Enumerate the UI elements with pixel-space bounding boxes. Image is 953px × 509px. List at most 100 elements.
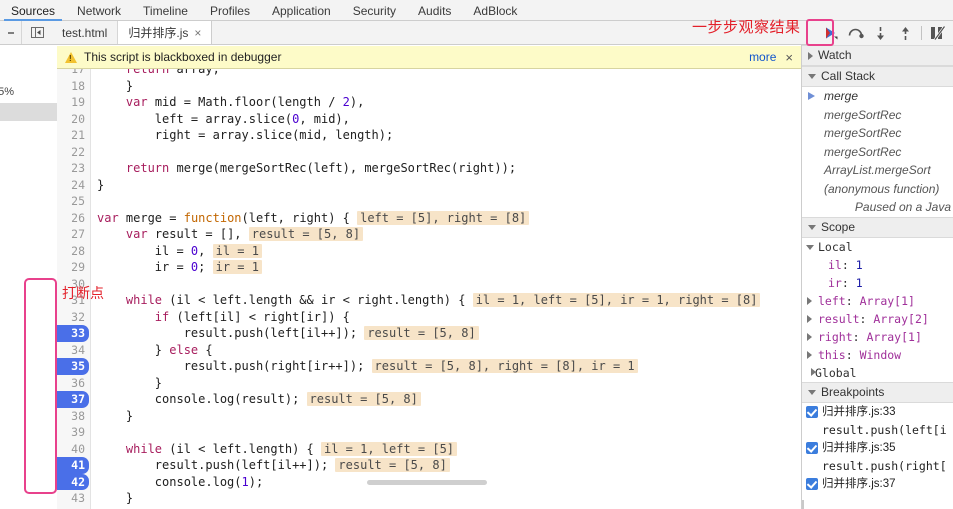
- breakpoint-item[interactable]: 归并排序.js:33: [802, 403, 953, 421]
- resume-script-execution-button[interactable]: [818, 21, 843, 45]
- code-line[interactable]: 26 var merge = function(left, right) { le…: [57, 210, 801, 227]
- scope-variable-row[interactable]: right: Array[1]: [802, 328, 953, 346]
- scrollbar-thumb[interactable]: [367, 480, 487, 485]
- scope-variable-row[interactable]: il: 1: [802, 256, 953, 274]
- chevron-right-icon[interactable]: [807, 351, 812, 359]
- chevron-right-icon[interactable]: [807, 333, 812, 341]
- source-code-editor[interactable]: 17 return array; 18 } 19 var mid = Math.fl…: [57, 69, 801, 509]
- line-number[interactable]: 20: [57, 111, 89, 128]
- code-line[interactable]: 18 }: [57, 78, 801, 95]
- line-number[interactable]: 37: [57, 391, 89, 408]
- line-number[interactable]: 28: [57, 243, 89, 260]
- code-line[interactable]: 17 return array;: [57, 69, 801, 78]
- breakpoints-section-header[interactable]: Breakpoints: [802, 382, 953, 403]
- code-line[interactable]: 37 console.log(result); result = [5, 8]: [57, 391, 801, 408]
- call-stack-frame[interactable]: (anonymous function): [802, 180, 953, 199]
- call-stack-frame[interactable]: merge: [802, 87, 953, 106]
- line-number[interactable]: 29: [57, 259, 89, 276]
- line-number[interactable]: 25: [57, 193, 89, 210]
- more-options-kebab-icon[interactable]: [0, 21, 22, 44]
- line-number[interactable]: 36: [57, 375, 89, 392]
- show-navigator-icon[interactable]: [22, 21, 52, 44]
- breakpoint-item[interactable]: 归并排序.js:35: [802, 439, 953, 457]
- line-number[interactable]: 17: [57, 69, 89, 78]
- line-number[interactable]: 34: [57, 342, 89, 359]
- line-number[interactable]: 32: [57, 309, 89, 326]
- breakpoint-item[interactable]: 归并排序.js:37: [802, 475, 953, 493]
- breakpoint-enabled-checkbox[interactable]: [806, 442, 818, 454]
- call-stack-frame[interactable]: mergeSortRec: [802, 143, 953, 162]
- line-number[interactable]: 27: [57, 226, 89, 243]
- code-line[interactable]: 19 var mid = Math.floor(length / 2),: [57, 94, 801, 111]
- code-line[interactable]: 27 var result = [], result = [5, 8]: [57, 226, 801, 243]
- step-over-button[interactable]: [843, 21, 868, 45]
- line-number[interactable]: 40: [57, 441, 89, 458]
- warning-more-link[interactable]: more: [749, 50, 776, 64]
- code-line[interactable]: 32 if (left[il] < right[ir]) {: [57, 309, 801, 326]
- code-line[interactable]: 31 while (il < left.length && ir < right…: [57, 292, 801, 309]
- line-number[interactable]: 24: [57, 177, 89, 194]
- call-stack-frame[interactable]: mergeSortRec: [802, 106, 953, 125]
- step-into-button[interactable]: [868, 21, 893, 45]
- step-out-button[interactable]: [893, 21, 918, 45]
- line-number[interactable]: 26: [57, 210, 89, 227]
- panel-tab-application[interactable]: Application: [261, 0, 342, 20]
- code-line[interactable]: 28 il = 0, il = 1: [57, 243, 801, 260]
- line-number[interactable]: 22: [57, 144, 89, 161]
- chevron-right-icon[interactable]: [807, 297, 812, 305]
- panel-tab-adblock[interactable]: AdBlock: [462, 0, 528, 20]
- line-number[interactable]: 43: [57, 490, 89, 507]
- panel-tab-profiles[interactable]: Profiles: [199, 0, 261, 20]
- breakpoint-enabled-checkbox[interactable]: [806, 406, 818, 418]
- code-line[interactable]: 38 }: [57, 408, 801, 425]
- panel-tab-sources[interactable]: Sources: [0, 0, 66, 21]
- call-stack-section-header[interactable]: Call Stack: [802, 66, 953, 87]
- code-line[interactable]: 21 right = array.slice(mid, length);: [57, 127, 801, 144]
- editor-horizontal-scrollbar[interactable]: [57, 479, 801, 486]
- code-line[interactable]: 36 }: [57, 375, 801, 392]
- watch-section-header[interactable]: Watch: [802, 45, 953, 66]
- line-number[interactable]: 19: [57, 94, 89, 111]
- code-line[interactable]: 43 }: [57, 490, 801, 507]
- code-line[interactable]: 41 result.push(left[il++]); result = [5,…: [57, 457, 801, 474]
- call-stack-frame[interactable]: mergeSortRec: [802, 124, 953, 143]
- code-line[interactable]: 35 result.push(right[ir++]); result = [5…: [57, 358, 801, 375]
- line-number[interactable]: 39: [57, 424, 89, 441]
- line-number[interactable]: 21: [57, 127, 89, 144]
- code-line[interactable]: 29 ir = 0; ir = 1: [57, 259, 801, 276]
- code-line[interactable]: 34 } else {: [57, 342, 801, 359]
- scope-variable-row[interactable]: this: Window: [802, 346, 953, 364]
- code-line[interactable]: 25: [57, 193, 801, 210]
- file-tab-close-icon[interactable]: ×: [194, 26, 201, 40]
- code-line[interactable]: 33 result.push(left[il++]); result = [5,…: [57, 325, 801, 342]
- scope-variable-row[interactable]: left: Array[1]: [802, 292, 953, 310]
- scope-section-header[interactable]: Scope: [802, 217, 953, 238]
- panel-tab-audits[interactable]: Audits: [407, 0, 462, 20]
- code-line[interactable]: 39: [57, 424, 801, 441]
- line-number[interactable]: 18: [57, 78, 89, 95]
- line-number[interactable]: 38: [57, 408, 89, 425]
- line-number[interactable]: 33: [57, 325, 89, 342]
- breakpoint-enabled-checkbox[interactable]: [806, 478, 818, 490]
- chevron-right-icon[interactable]: [807, 315, 812, 323]
- panel-tab-network[interactable]: Network: [66, 0, 132, 20]
- code-line[interactable]: 22: [57, 144, 801, 161]
- panel-tab-security[interactable]: Security: [342, 0, 407, 20]
- code-line[interactable]: 24}: [57, 177, 801, 194]
- code-line[interactable]: 30: [57, 276, 801, 293]
- scope-variable-row[interactable]: ir: 1: [802, 274, 953, 292]
- file-tab-active[interactable]: 归并排序.js ×: [118, 21, 213, 44]
- line-number[interactable]: 23: [57, 160, 89, 177]
- line-number[interactable]: 41: [57, 457, 89, 474]
- deactivate-breakpoints-button[interactable]: [925, 21, 950, 45]
- scope-global-header[interactable]: Global: [802, 364, 953, 382]
- line-number[interactable]: 35: [57, 358, 89, 375]
- warning-close-icon[interactable]: ×: [785, 50, 793, 65]
- code-line[interactable]: 23 return merge(mergeSortRec(left), merg…: [57, 160, 801, 177]
- code-line[interactable]: 40 while (il < left.length) { il = 1, le…: [57, 441, 801, 458]
- scope-variable-row[interactable]: result: Array[2]: [802, 310, 953, 328]
- scope-local-header[interactable]: Local: [802, 238, 953, 256]
- file-tab-inactive[interactable]: test.html: [52, 21, 119, 44]
- code-line[interactable]: 20 left = array.slice(0, mid),: [57, 111, 801, 128]
- call-stack-frame[interactable]: ArrayList.mergeSort: [802, 161, 953, 180]
